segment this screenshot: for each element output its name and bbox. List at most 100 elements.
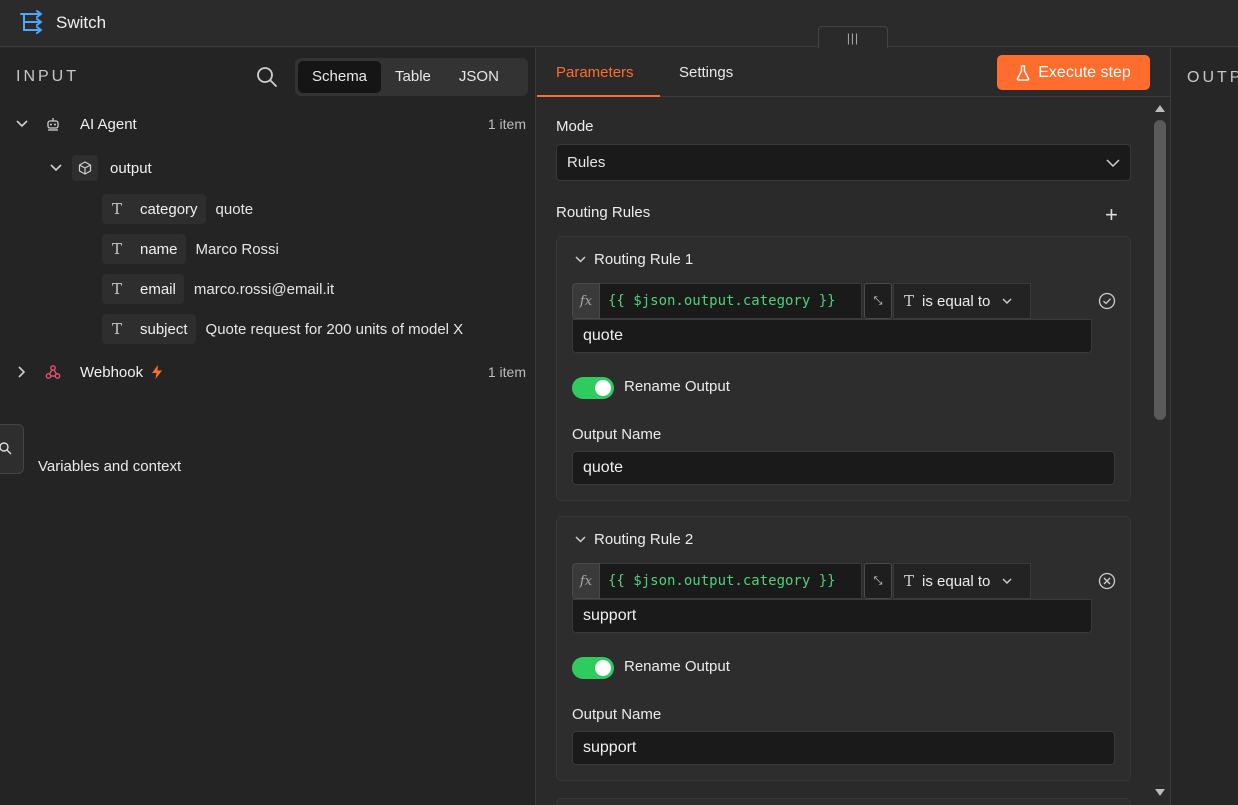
execute-step-label: Execute step xyxy=(1038,63,1131,81)
rename-output-label: Rename Output xyxy=(624,658,730,675)
chevron-down-icon xyxy=(1002,575,1012,587)
text-type-icon: T xyxy=(904,292,915,310)
tree-node-label: Webhook xyxy=(80,363,144,381)
mode-select[interactable]: Rules xyxy=(556,144,1131,181)
field-key: category xyxy=(140,200,198,218)
field-value: Marco Rossi xyxy=(195,240,279,258)
tab-parameters[interactable]: Parameters xyxy=(556,64,634,81)
compare-value-input[interactable]: support xyxy=(572,599,1092,633)
panel-resize-handle[interactable]: ||| xyxy=(818,26,888,48)
variables-and-context[interactable]: Variables and context xyxy=(38,458,181,475)
field-value: Quote request for 200 units of model X xyxy=(205,320,464,338)
chevron-down-icon[interactable] xyxy=(575,536,586,543)
tree-node-webhook[interactable]: Webhook 1 item xyxy=(14,358,526,386)
view-tab-json[interactable]: JSON xyxy=(445,61,513,93)
chevron-right-icon[interactable] xyxy=(14,364,30,380)
remove-condition-icon[interactable] xyxy=(1098,572,1116,590)
field-key-pill[interactable]: T name xyxy=(102,234,186,264)
input-panel: INPUT Schema Table JSON AI Agent 1 item … xyxy=(0,48,536,805)
search-icon[interactable] xyxy=(256,66,278,88)
chevron-down-icon[interactable] xyxy=(14,116,30,132)
field-key: subject xyxy=(140,320,188,338)
active-tab-indicator xyxy=(537,95,660,97)
rename-output-toggle[interactable] xyxy=(572,657,614,679)
compare-value-input[interactable]: quote xyxy=(572,319,1092,353)
cube-icon xyxy=(72,155,98,181)
tree-node-label: AI Agent xyxy=(80,115,137,133)
node-title[interactable]: Switch xyxy=(56,13,106,33)
chevron-down-icon xyxy=(1002,295,1012,307)
expression-input[interactable]: {{ $json.output.category }} xyxy=(600,283,862,319)
field-value: quote xyxy=(215,200,254,218)
routing-rule-header[interactable]: Routing Rule 2 xyxy=(575,531,693,548)
operator-select[interactable]: T is equal to xyxy=(893,283,1031,319)
schema-field-subject[interactable]: T subject Quote request for 200 units of… xyxy=(102,314,463,344)
output-name-input[interactable]: quote xyxy=(572,451,1115,485)
add-rule-plus-icon[interactable]: + xyxy=(1105,202,1118,228)
flask-icon xyxy=(1016,64,1030,81)
input-panel-title: INPUT xyxy=(16,68,79,85)
schema-field-category[interactable]: T category quote xyxy=(102,194,253,224)
field-value: marco.rossi@email.it xyxy=(193,280,335,298)
view-mode-toggle: Schema Table JSON xyxy=(295,58,528,96)
toggle-knob xyxy=(595,380,611,396)
webhook-icon xyxy=(40,359,66,385)
tree-node-output[interactable]: output xyxy=(48,154,152,182)
params-tabs: Parameters Settings Execute step xyxy=(537,48,1170,97)
side-drawer-tab[interactable] xyxy=(0,424,24,474)
lightning-icon xyxy=(151,365,163,379)
operator-select[interactable]: T is equal to xyxy=(893,563,1031,599)
operator-value: is equal to xyxy=(922,292,991,310)
scrollbar-thumb[interactable] xyxy=(1154,120,1166,420)
routing-rules-label: Routing Rules xyxy=(556,204,651,221)
mode-value: Rules xyxy=(567,154,606,171)
expression-input[interactable]: {{ $json.output.category }} xyxy=(600,563,862,599)
text-type-icon: T xyxy=(111,200,122,218)
mode-label: Mode xyxy=(556,118,594,135)
scroll-down-arrow-icon[interactable] xyxy=(1154,788,1166,798)
scroll-up-arrow-icon[interactable] xyxy=(1154,103,1166,113)
field-key-pill[interactable]: T category xyxy=(102,194,206,224)
condition-row: fx {{ $json.output.category }} ⤡ T is eq… xyxy=(572,563,1031,599)
toggle-knob xyxy=(595,660,611,676)
routing-rule-card-1: Routing Rule 1 fx {{ $json.output.catego… xyxy=(556,236,1131,501)
text-type-icon: T xyxy=(111,240,122,258)
robot-icon xyxy=(40,111,66,137)
rename-output-toggle[interactable] xyxy=(572,377,614,399)
check-circle-icon[interactable] xyxy=(1098,292,1116,310)
routing-rule-card-2: Routing Rule 2 fx {{ $json.output.catego… xyxy=(556,516,1131,781)
chevron-down-icon[interactable] xyxy=(575,256,586,263)
view-tab-schema[interactable]: Schema xyxy=(298,61,382,93)
open-expression-editor-icon[interactable]: ⤡ xyxy=(864,283,892,319)
view-tab-table[interactable]: Table xyxy=(381,61,445,93)
tree-node-label: output xyxy=(110,159,152,177)
condition-row: fx {{ $json.output.category }} ⤡ T is eq… xyxy=(572,283,1031,319)
inspect-icon xyxy=(0,442,12,455)
output-panel-title: OUTPUT xyxy=(1187,69,1238,86)
output-name-label: Output Name xyxy=(572,426,662,443)
rename-output-label: Rename Output xyxy=(624,378,730,395)
field-key-pill[interactable]: T subject xyxy=(102,314,196,344)
schema-field-email[interactable]: T email marco.rossi@email.it xyxy=(102,274,334,304)
routing-rule-title: Routing Rule 2 xyxy=(594,531,694,548)
expression-fx-icon: fx xyxy=(572,563,600,599)
switch-node-icon xyxy=(20,10,42,34)
tree-node-ai-agent[interactable]: AI Agent 1 item xyxy=(14,110,526,138)
execute-step-button[interactable]: Execute step xyxy=(997,55,1150,90)
operator-value: is equal to xyxy=(922,572,991,590)
field-key: email xyxy=(140,280,176,298)
chevron-down-icon[interactable] xyxy=(48,160,64,176)
chevron-down-icon xyxy=(1106,158,1120,167)
parameters-panel: Parameters Settings Execute step Mode Ru… xyxy=(537,48,1170,805)
output-panel: OUTPUT xyxy=(1170,48,1238,805)
tab-settings[interactable]: Settings xyxy=(679,64,733,81)
open-expression-editor-icon[interactable]: ⤡ xyxy=(864,563,892,599)
text-type-icon: T xyxy=(904,572,915,590)
text-type-icon: T xyxy=(111,280,122,298)
routing-rule-header[interactable]: Routing Rule 1 xyxy=(575,251,693,268)
field-key-pill[interactable]: T email xyxy=(102,274,184,304)
output-name-input[interactable]: support xyxy=(572,731,1115,765)
schema-field-name[interactable]: T name Marco Rossi xyxy=(102,234,279,264)
item-count: 1 item xyxy=(487,116,526,132)
output-name-label: Output Name xyxy=(572,706,662,723)
